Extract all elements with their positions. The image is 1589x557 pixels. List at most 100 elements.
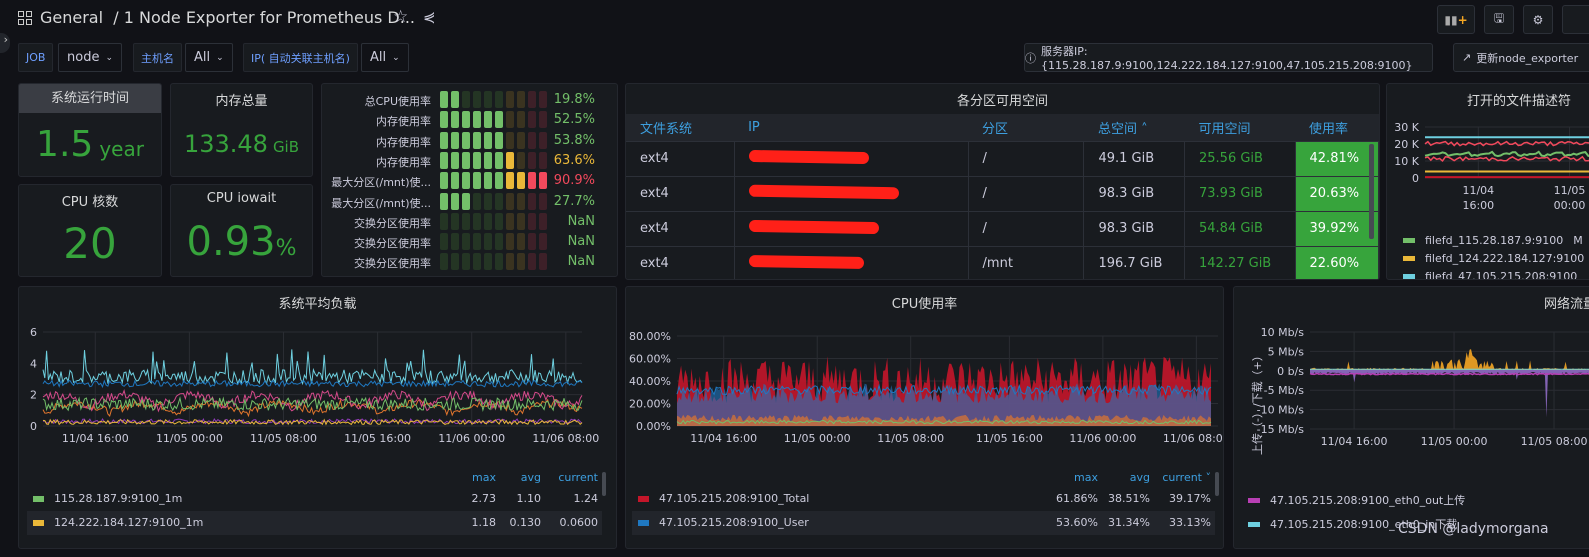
bar-gauge-cell <box>440 91 448 108</box>
table-cell: 49.1 GiB <box>1083 140 1185 176</box>
settings-button[interactable]: ⚙ <box>1523 5 1553 34</box>
share-icon[interactable]: ⋞ <box>423 8 436 26</box>
y-tick-label: 5 Mb/s <box>1268 345 1305 358</box>
legend-header-max[interactable]: max <box>1074 471 1098 484</box>
x-tick-label: 11/05 <box>1554 184 1586 197</box>
legend-avg: 38.51% <box>1108 492 1150 505</box>
bar-gauge-label: 内存使用率 <box>376 115 431 129</box>
legend-scrollbar[interactable] <box>1215 472 1219 496</box>
chevron-down-icon: ⌄ <box>216 52 224 63</box>
x-tick-label: 11/05 00:00 <box>784 432 851 445</box>
table-cell: 20.63% <box>1295 175 1379 211</box>
redacted-ip-mark <box>748 254 864 269</box>
y-tick-label: 30 K <box>1394 121 1419 134</box>
table-row: ext4/mnt 196.7 GiB 142.27 GiB 22.60% <box>626 245 1379 279</box>
legend-item[interactable]: 47.105.215.208:9100_Total <box>638 492 809 505</box>
update-node-exporter-link[interactable]: ↗ 更新node_exporter <box>1453 43 1589 72</box>
legend-label: 47.105.215.208:9100_Total <box>659 492 810 505</box>
x-tick-label: 11/06 00:00 <box>1069 432 1136 445</box>
bar-gauge-value: 53.8% <box>553 132 595 148</box>
panel-network: 网络流量 上传（-）/下载（+） 10 Mb/s5 Mb/s0 b/s-5 Mb… <box>1233 286 1589 549</box>
legend-item[interactable]: 115.28.187.9:9100_1m <box>33 492 182 505</box>
chevron-down-icon: ⌄ <box>105 52 113 63</box>
save-button[interactable]: 🖫 <box>1484 5 1514 34</box>
x-tick-label: 11/05 08:00 <box>1521 435 1588 448</box>
legend-header-current[interactable]: current <box>558 471 598 484</box>
table-row: ext4 /98.3 GiB 54.84 GiB 39.92% <box>626 210 1379 246</box>
legend-header-avg[interactable]: avg <box>521 471 541 484</box>
bar-gauge-cell <box>484 91 492 108</box>
legend-header-current[interactable]: current ˅ <box>1162 471 1211 484</box>
table-cell: /mnt <box>968 245 1085 279</box>
bar-gauge-cell <box>517 91 525 108</box>
bar-gauge-cell <box>462 212 470 230</box>
legend-header-max[interactable]: max <box>472 471 496 484</box>
chevron-down-icon: ⌄ <box>392 52 400 63</box>
star-icon[interactable]: ☆ <box>393 7 408 27</box>
bar-gauge-label: 交换分区使用率 <box>354 257 431 271</box>
bar-gauge-cell <box>506 131 514 149</box>
var-select-ip[interactable]: All ⌄ <box>361 43 409 72</box>
sidebar-toggle[interactable]: › <box>0 33 10 53</box>
bar-gauge-cells <box>440 131 547 149</box>
dashboard-title[interactable]: General / 1 Node Exporter for Prometheus… <box>40 8 415 27</box>
panel-title: CPU iowait <box>206 191 277 206</box>
add-panel-button[interactable]: ▮▮+ <box>1437 5 1475 34</box>
column-header[interactable]: 总空间 ˄ <box>1083 114 1185 141</box>
add-panel-icon: ▮▮+ <box>1444 12 1468 27</box>
table-scrollbar[interactable] <box>1369 144 1374 239</box>
bar-gauge-cell <box>440 131 448 149</box>
bar-gauge-cell <box>440 172 448 190</box>
bar-gauge-cell <box>451 253 459 271</box>
legend-swatch <box>1248 497 1260 503</box>
bar-gauge-cells <box>440 111 547 129</box>
legend-label: filefd_47.105.215.208:9100 <box>1425 270 1578 280</box>
legend-item[interactable]: filefd_115.28.187.9:9100 M <box>1403 234 1583 247</box>
column-header[interactable]: IP <box>734 114 969 141</box>
bar-gauge-cell <box>506 233 514 251</box>
var-select-hostname[interactable]: All ⌄ <box>185 43 233 72</box>
server-ip-link[interactable]: ⓘ 服务器IP:{115.28.187.9:9100,124.222.184.12… <box>1024 43 1433 72</box>
bar-gauge-label: 内存使用率 <box>376 155 431 169</box>
legend-item[interactable]: 47.105.215.208:9100_User <box>638 516 809 529</box>
legend-scrollbar[interactable] <box>602 472 606 496</box>
legend-item[interactable]: filefd_124.222.184.127:9100 <box>1403 252 1584 265</box>
table-cell: ext4 <box>626 210 735 246</box>
panel-cpu-iowait: CPU iowait 0.93% <box>170 184 313 277</box>
column-header[interactable]: 文件系统 <box>626 114 735 141</box>
more-button[interactable] <box>1562 5 1589 34</box>
column-header[interactable]: 可用空间 <box>1184 114 1296 141</box>
legend-swatch <box>638 519 649 526</box>
x-tick-label: 11/05 16:00 <box>344 432 411 445</box>
bar-gauge-label: 内存使用率 <box>376 135 431 149</box>
column-header[interactable]: 使用率 <box>1295 114 1379 141</box>
legend-header-avg[interactable]: avg <box>1130 471 1150 484</box>
legend-current: 1.24 <box>573 492 599 505</box>
legend-item[interactable]: 47.105.215.208:9100_eth0_out上传 <box>1248 492 1465 508</box>
legend-swatch <box>638 495 649 502</box>
network-chart: 10 Mb/s 5 Mb/s 0 b/s -5 Mb/s -10 Mb/s -15 Mb/… <box>1257 326 1589 448</box>
table-cell: 142.27 GiB <box>1184 245 1296 279</box>
var-value: All <box>194 50 211 65</box>
var-select-job[interactable]: node ⌄ <box>58 43 122 72</box>
x-tick-label: 11/06 08:00 <box>532 432 599 445</box>
bar-gauge-cell <box>495 212 503 230</box>
legend-avg: 0.130 <box>509 516 542 529</box>
bar-gauge-cell <box>495 111 503 129</box>
legend-item[interactable]: 124.222.184.127:9100_1m <box>33 516 203 529</box>
var-value: All <box>370 50 387 65</box>
bar-gauge-cell <box>517 172 525 190</box>
legend-avg: 31.34% <box>1108 516 1150 529</box>
legend-label: filefd_124.222.184.127:9100 <box>1425 252 1585 265</box>
bar-gauge-cells <box>440 253 547 271</box>
bar-gauge-label: 总CPU使用率 <box>364 95 431 108</box>
legend-item[interactable]: filefd_47.105.215.208:9100 <box>1403 270 1578 280</box>
series-area <box>1310 349 1589 370</box>
column-header[interactable]: 分区 <box>968 114 1084 141</box>
var-label-ip: IP( 自动关联主机名) <box>243 43 358 72</box>
table-row: ext4 /98.3 GiB 73.93 GiB 20.63% <box>626 175 1379 211</box>
stat-value: 0.93% <box>186 219 297 265</box>
y-tick-label: 20 K <box>1394 138 1419 151</box>
var-value: node <box>67 50 100 65</box>
x-tick-label: 11/04 <box>1462 184 1494 197</box>
